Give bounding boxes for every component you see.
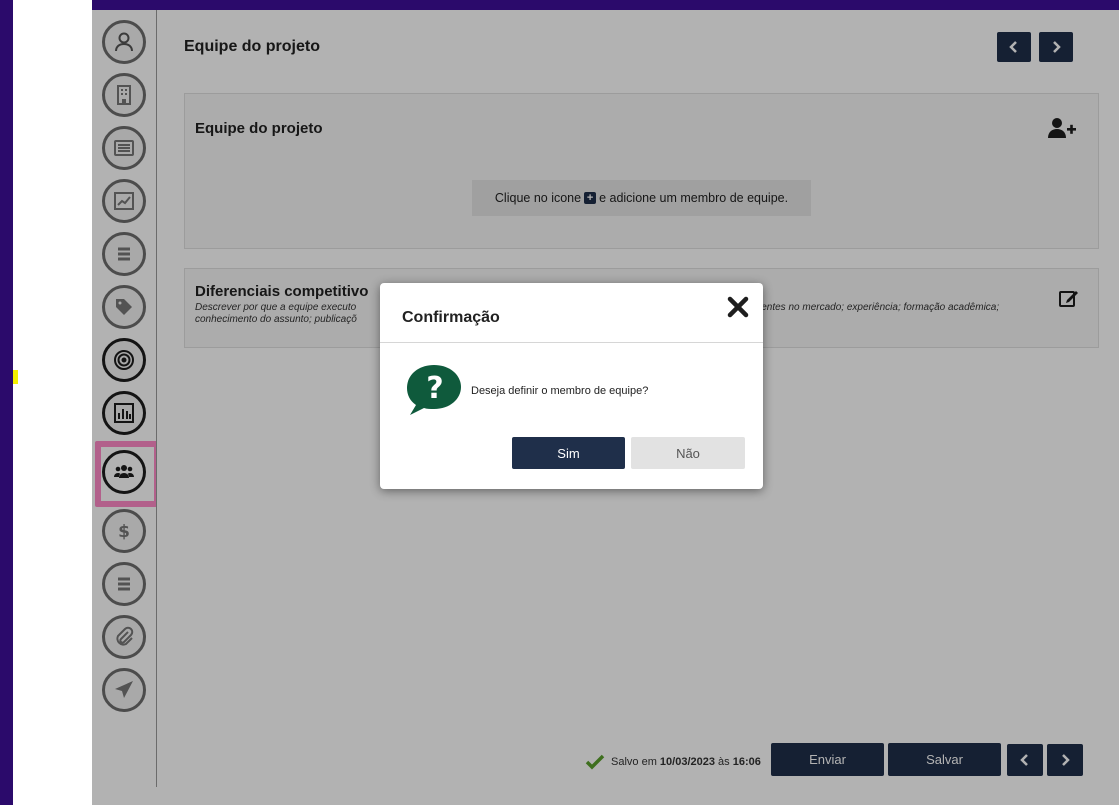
dialog-title: Confirmação bbox=[402, 309, 500, 326]
marker bbox=[13, 370, 18, 384]
left-margin bbox=[13, 0, 92, 805]
dialog-message: Deseja definir o membro de equipe? bbox=[471, 385, 649, 397]
confirmation-dialog: Confirmação ? Deseja definir o membro de… bbox=[380, 283, 763, 489]
no-button[interactable]: Não bbox=[631, 437, 745, 469]
close-icon[interactable] bbox=[726, 295, 750, 319]
svg-text:?: ? bbox=[426, 371, 443, 406]
yes-button[interactable]: Sim bbox=[512, 437, 625, 469]
dialog-divider bbox=[380, 342, 763, 343]
question-bubble-icon: ? bbox=[407, 365, 461, 415]
